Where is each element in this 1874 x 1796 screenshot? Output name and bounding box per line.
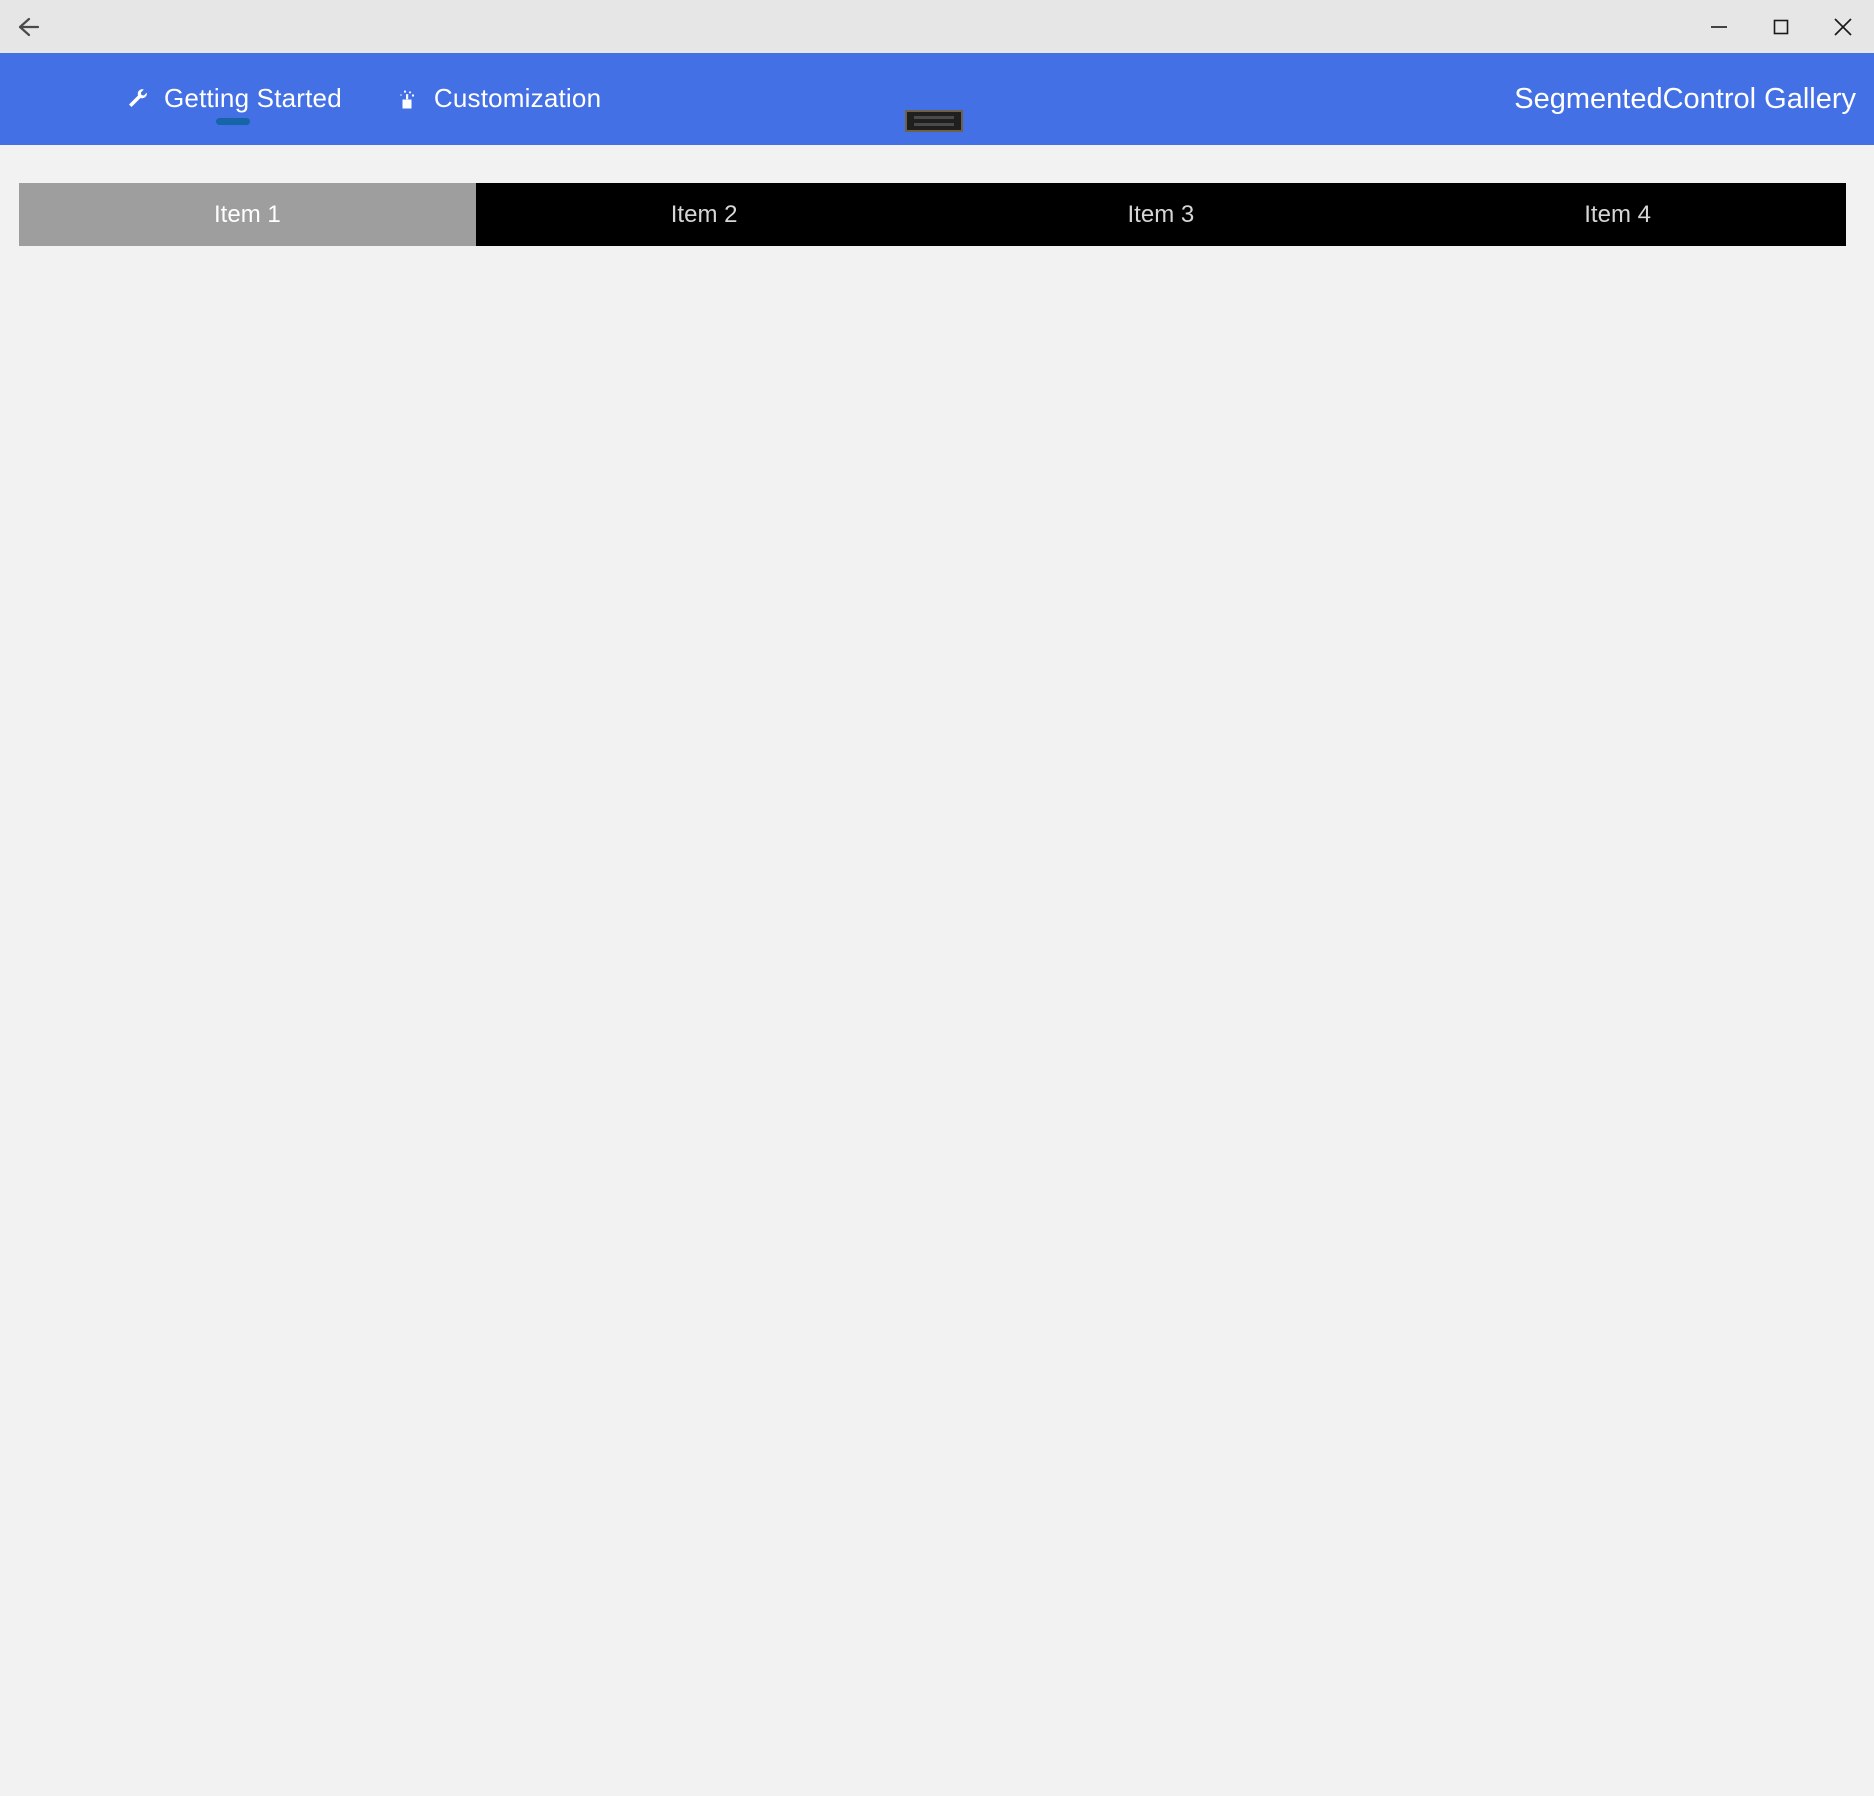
wrench-icon (124, 86, 150, 112)
segmented-control: Item 1 Item 2 Item 3 Item 4 (19, 183, 1846, 246)
window-controls (1688, 0, 1874, 53)
close-button[interactable] (1812, 0, 1874, 53)
tab-label: Customization (433, 83, 602, 113)
page-title: SegmentedControl Gallery (1514, 82, 1856, 115)
paint-sparkle-icon (394, 86, 420, 112)
tab-getting-started[interactable]: Getting Started (98, 53, 368, 145)
back-button[interactable] (0, 0, 62, 53)
segment-label: Item 1 (214, 200, 281, 228)
handle-line (914, 123, 954, 126)
minimize-button[interactable] (1688, 0, 1750, 53)
tab-selected-indicator (215, 118, 250, 125)
close-icon (1828, 12, 1858, 42)
back-arrow-icon (16, 12, 46, 42)
segment-item-2[interactable]: Item 2 (475, 183, 933, 246)
segment-label: Item 2 (670, 200, 738, 228)
maximize-icon (1768, 14, 1794, 40)
segment-item-1[interactable]: Item 1 (19, 183, 476, 246)
segment-item-4[interactable]: Item 4 (1389, 183, 1846, 246)
segment-item-3[interactable]: Item 3 (932, 183, 1390, 246)
tab-customization[interactable]: Customization (368, 53, 627, 145)
tab-label: Getting Started (164, 83, 342, 113)
app-bar-tabs: Getting Started Customization (0, 53, 627, 145)
title-bar (0, 0, 1874, 53)
title-bar-left (0, 0, 62, 53)
content-area: Item 1 Item 2 Item 3 Item 4 (0, 145, 1874, 1796)
maximize-button[interactable] (1750, 0, 1812, 53)
handle-line (914, 116, 954, 119)
app-bar: Getting Started Customization SegmentedC… (0, 53, 1874, 145)
segment-label: Item 4 (1584, 200, 1651, 228)
segment-label: Item 3 (1127, 200, 1195, 228)
minimize-icon (1706, 14, 1732, 40)
drag-handle[interactable] (905, 110, 963, 132)
